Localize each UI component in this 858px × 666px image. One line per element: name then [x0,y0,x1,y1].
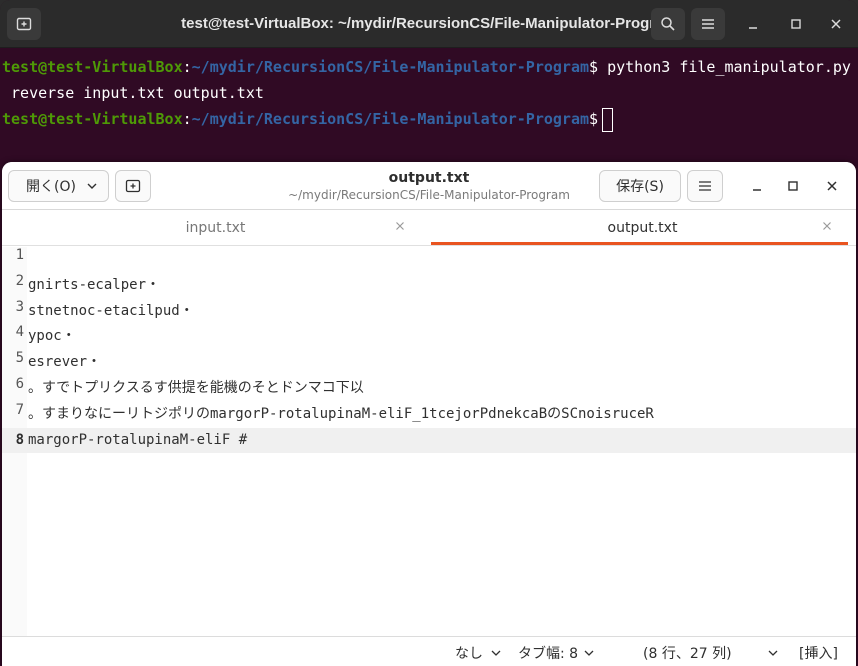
tab-width-selector[interactable]: タブ幅: 8 [518,643,596,663]
text-line: 7 。すまりなにーリトジポリのmargorP-rotalupinaM-eliF_1… [2,402,856,428]
text-line: 5 esrever・ [2,350,856,376]
prompt-dollar: $ [589,110,599,128]
text-line: 2 gnirts-ecalper・ [2,273,856,299]
hamburger-icon [702,19,714,29]
text-view[interactable]: 1 2 gnirts-ecalper・ 3 stnetnoc-etacilpud・ … [2,247,856,636]
terminal-output[interactable]: test@test-VirtualBox:~/mydir/RecursionCS… [0,48,858,132]
text-lines: 1 2 gnirts-ecalper・ 3 stnetnoc-etacilpud・ … [2,247,856,454]
minimize-icon [753,189,761,191]
open-button-label: 開く(O) [26,179,76,195]
terminal-minimize-button[interactable] [736,8,770,40]
prompt-path: ~/mydir/RecursionCS/File-Manipulator-Pro… [191,58,590,76]
terminal-menu-button[interactable] [691,8,725,40]
open-button[interactable]: 開く(O) [8,170,109,202]
new-tab-icon [125,179,141,193]
close-icon [827,181,837,191]
prompt-user: test@test-VirtualBox [2,110,183,128]
cursor-position-selector[interactable]: (8 行、27 列) [643,643,780,663]
text-editor-window: 開く(O) output.txt ~/mydir/RecursionCS/Fil… [2,162,856,666]
command-text: python3 file_manipulator.py [598,58,851,76]
document-tabs: input.txt output.txt [2,210,856,246]
line-number: 1 [15,247,24,263]
line-text: stnetnoc-etacilpud・ [28,302,194,319]
insert-mode-label: [挿入] [799,646,838,662]
prompt-separator: : [182,110,192,128]
terminal-close-button[interactable] [819,8,853,40]
document-title: output.txt [388,170,470,186]
minimize-icon [749,27,757,29]
prompt-path: ~/mydir/RecursionCS/File-Manipulator-Pro… [191,110,590,128]
close-icon[interactable] [820,219,834,233]
search-icon [661,17,675,31]
maximize-icon [788,181,798,191]
hamburger-icon [699,181,711,191]
line-text: gnirts-ecalper・ [28,276,161,293]
line-number: 7 [15,401,24,418]
line-number: 3 [15,298,24,315]
text-line: 1 [2,247,856,273]
line-number: 6 [15,375,24,392]
line-number: 4 [15,324,24,341]
line-text: 。すでトプリクスるす供提を能機のそとドンマコ下以 [28,379,364,396]
prompt-separator: : [182,58,192,76]
tab-output-txt[interactable]: output.txt [429,210,856,245]
line-text: 。すまりなにーリトジポリのmargorP-rotalupinaM-eliF_1t… [28,405,654,422]
search-button[interactable] [651,8,685,40]
chevron-down-icon [768,650,778,656]
command-text-wrap: reverse input.txt output.txt [2,84,264,102]
text-line: 6 。すでトプリクスるす供提を能機のそとドンマコ下以 [2,376,856,402]
text-line: 4 ypoc・ [2,324,856,350]
tab-label: output.txt [607,219,678,236]
line-text: ypoc・ [28,328,76,345]
terminal-cursor [602,107,614,132]
terminal-line: test@test-VirtualBox:~/mydir/RecursionCS… [0,54,858,80]
editor-menu-button[interactable] [687,170,723,202]
tab-label: input.txt [185,219,246,236]
editor-header-bar: 開く(O) output.txt ~/mydir/RecursionCS/Fil… [2,162,856,210]
line-text: esrever・ [28,354,102,371]
line-number: 2 [15,272,24,289]
new-document-button[interactable] [115,170,151,202]
terminal-line: reverse input.txt output.txt [0,80,858,106]
chevron-down-icon [87,183,97,189]
close-icon [831,19,841,29]
terminal-header-bar: test@test-VirtualBox: ~/mydir/RecursionC… [0,0,858,48]
terminal-maximize-button[interactable] [779,8,813,40]
prompt-user: test@test-VirtualBox [2,58,183,76]
tab-width-label: タブ幅: 8 [518,646,579,662]
syntax-label: なし [455,646,483,662]
prompt-dollar: $ [589,58,599,76]
insert-mode-indicator[interactable]: [挿入] [799,643,838,663]
terminal-title: test@test-VirtualBox: ~/mydir/RecursionC… [181,15,677,32]
close-icon[interactable] [393,219,407,233]
line-number: 5 [15,350,24,367]
chevron-down-icon [584,650,594,656]
chevron-down-icon [491,650,501,656]
line-number: 8 [15,431,24,448]
maximize-icon [791,19,801,29]
tab-input-txt[interactable]: input.txt [2,210,429,245]
editor-maximize-button[interactable] [781,174,805,198]
terminal-line: test@test-VirtualBox:~/mydir/RecursionCS… [0,106,858,132]
syntax-selector[interactable]: なし [455,643,503,663]
text-line: 3 stnetnoc-etacilpud・ [2,299,856,325]
save-button[interactable]: 保存(S) [599,170,681,202]
status-bar: なし タブ幅: 8 (8 行、27 列) [挿入] [2,636,856,666]
cursor-position-label: (8 行、27 列) [643,646,732,662]
editor-minimize-button[interactable] [745,174,769,198]
line-text: margorP-rotalupinaM-eliF # [28,431,248,448]
document-path: ~/mydir/RecursionCS/File-Manipulator-Pro… [288,188,570,202]
editor-close-button[interactable] [820,174,844,198]
current-text-line: 8 margorP-rotalupinaM-eliF # [2,427,856,454]
